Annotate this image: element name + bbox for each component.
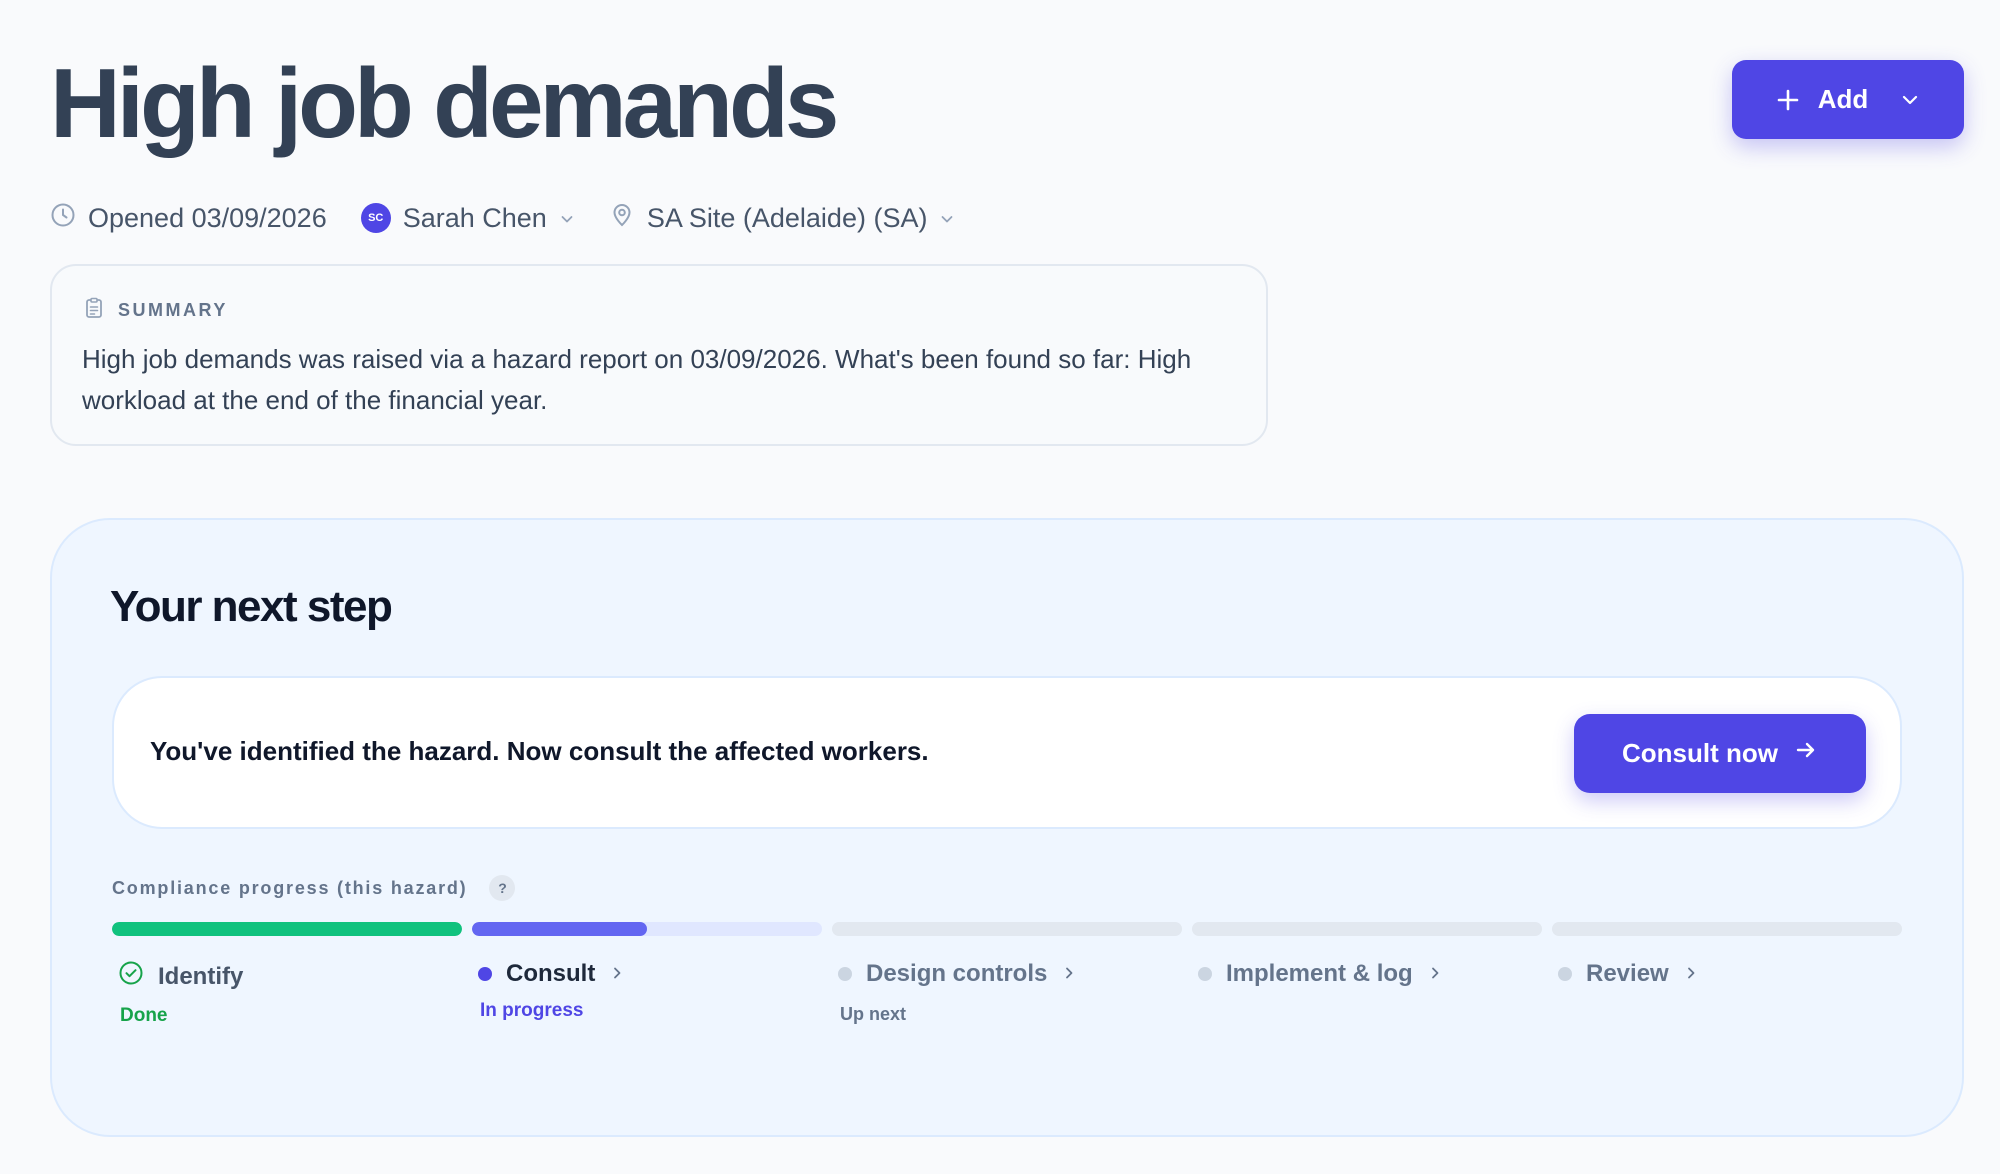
progress-bar-fill [112, 922, 462, 936]
consult-now-label: Consult now [1622, 738, 1778, 768]
step-label-row: Review [1558, 960, 1902, 988]
chevron-right-icon [1683, 960, 1699, 988]
step-status: Done [120, 1005, 168, 1026]
progress-bar-fill [472, 922, 647, 936]
step-label-row: Identify [118, 960, 462, 993]
consult-now-button[interactable]: Consult now [1574, 714, 1866, 793]
assignee-selector[interactable]: SC Sarah Chen [360, 202, 575, 234]
progress-label: Compliance progress (this hazard) [112, 877, 468, 898]
status-dot-icon [1198, 967, 1212, 981]
summary-card: SUMMARY High job demands was raised via … [50, 264, 1268, 446]
opened-date: Opened 03/09/2026 [50, 202, 327, 235]
assignee-name: Sarah Chen [402, 202, 547, 233]
progress-step-review[interactable]: Review [1552, 922, 1902, 988]
step-label: Consult [506, 960, 596, 987]
step-label: Review [1586, 960, 1669, 987]
progress-step-identify: Identify Done [112, 922, 462, 1027]
progress-step-consult[interactable]: Consult In progress [472, 922, 822, 1022]
check-circle-icon [118, 960, 144, 993]
summary-header: SUMMARY [82, 296, 1236, 325]
progress-step-implement-log[interactable]: Implement & log [1192, 922, 1542, 988]
chevron-down-icon [939, 203, 955, 234]
next-step-message: You've identified the hazard. Now consul… [150, 736, 929, 766]
clock-icon [50, 202, 76, 235]
status-dot-icon [478, 967, 492, 981]
opened-date-text: Opened 03/09/2026 [88, 202, 327, 233]
progress-bar [832, 922, 1182, 936]
help-icon[interactable]: ? [489, 875, 516, 901]
location-pin-icon [609, 202, 635, 235]
next-step-card: Your next step You've identified the haz… [50, 518, 1964, 1137]
progress-header: Compliance progress (this hazard) ? [112, 875, 516, 901]
step-label: Design controls [866, 960, 1048, 987]
progress-step-design-controls[interactable]: Design controls Up next [832, 922, 1182, 1025]
step-status: Up next [840, 1004, 907, 1024]
step-label: Identify [158, 962, 244, 990]
chevron-right-icon [1061, 960, 1077, 988]
page-title: High job demands [50, 48, 839, 158]
chevron-right-icon [609, 960, 625, 988]
chevron-right-icon [1427, 960, 1443, 988]
avatar: SC [360, 203, 391, 233]
status-dot-icon [838, 967, 852, 981]
status-dot-icon [1558, 967, 1572, 981]
meta-row: Opened 03/09/2026 SC Sarah Chen SA Site … [50, 198, 989, 238]
next-step-title: Your next step [110, 582, 393, 631]
step-label: Implement & log [1226, 960, 1413, 987]
step-label-row: Implement & log [1198, 960, 1542, 988]
site-selector[interactable]: SA Site (Adelaide) (SA) [609, 202, 956, 235]
progress-bar [1552, 922, 1902, 936]
progress-bar [112, 922, 462, 936]
chevron-down-icon [1900, 90, 1920, 110]
summary-text: High job demands was raised via a hazard… [82, 344, 1192, 415]
site-name: SA Site (Adelaide) (SA) [646, 202, 928, 233]
progress-bar [1192, 922, 1542, 936]
summary-label: SUMMARY [118, 300, 228, 320]
progress-bar [472, 922, 822, 936]
add-button[interactable]: Add [1732, 60, 1964, 139]
plus-icon [1776, 88, 1800, 112]
arrow-right-icon [1794, 738, 1818, 769]
chevron-down-icon [559, 203, 575, 234]
step-label-row: Design controls [838, 960, 1182, 988]
step-status: In progress [480, 1000, 584, 1021]
step-label-row: Consult [478, 960, 822, 988]
clipboard-icon [82, 296, 106, 325]
next-step-callout: You've identified the hazard. Now consul… [112, 676, 1902, 829]
add-button-label: Add [1817, 84, 1869, 114]
